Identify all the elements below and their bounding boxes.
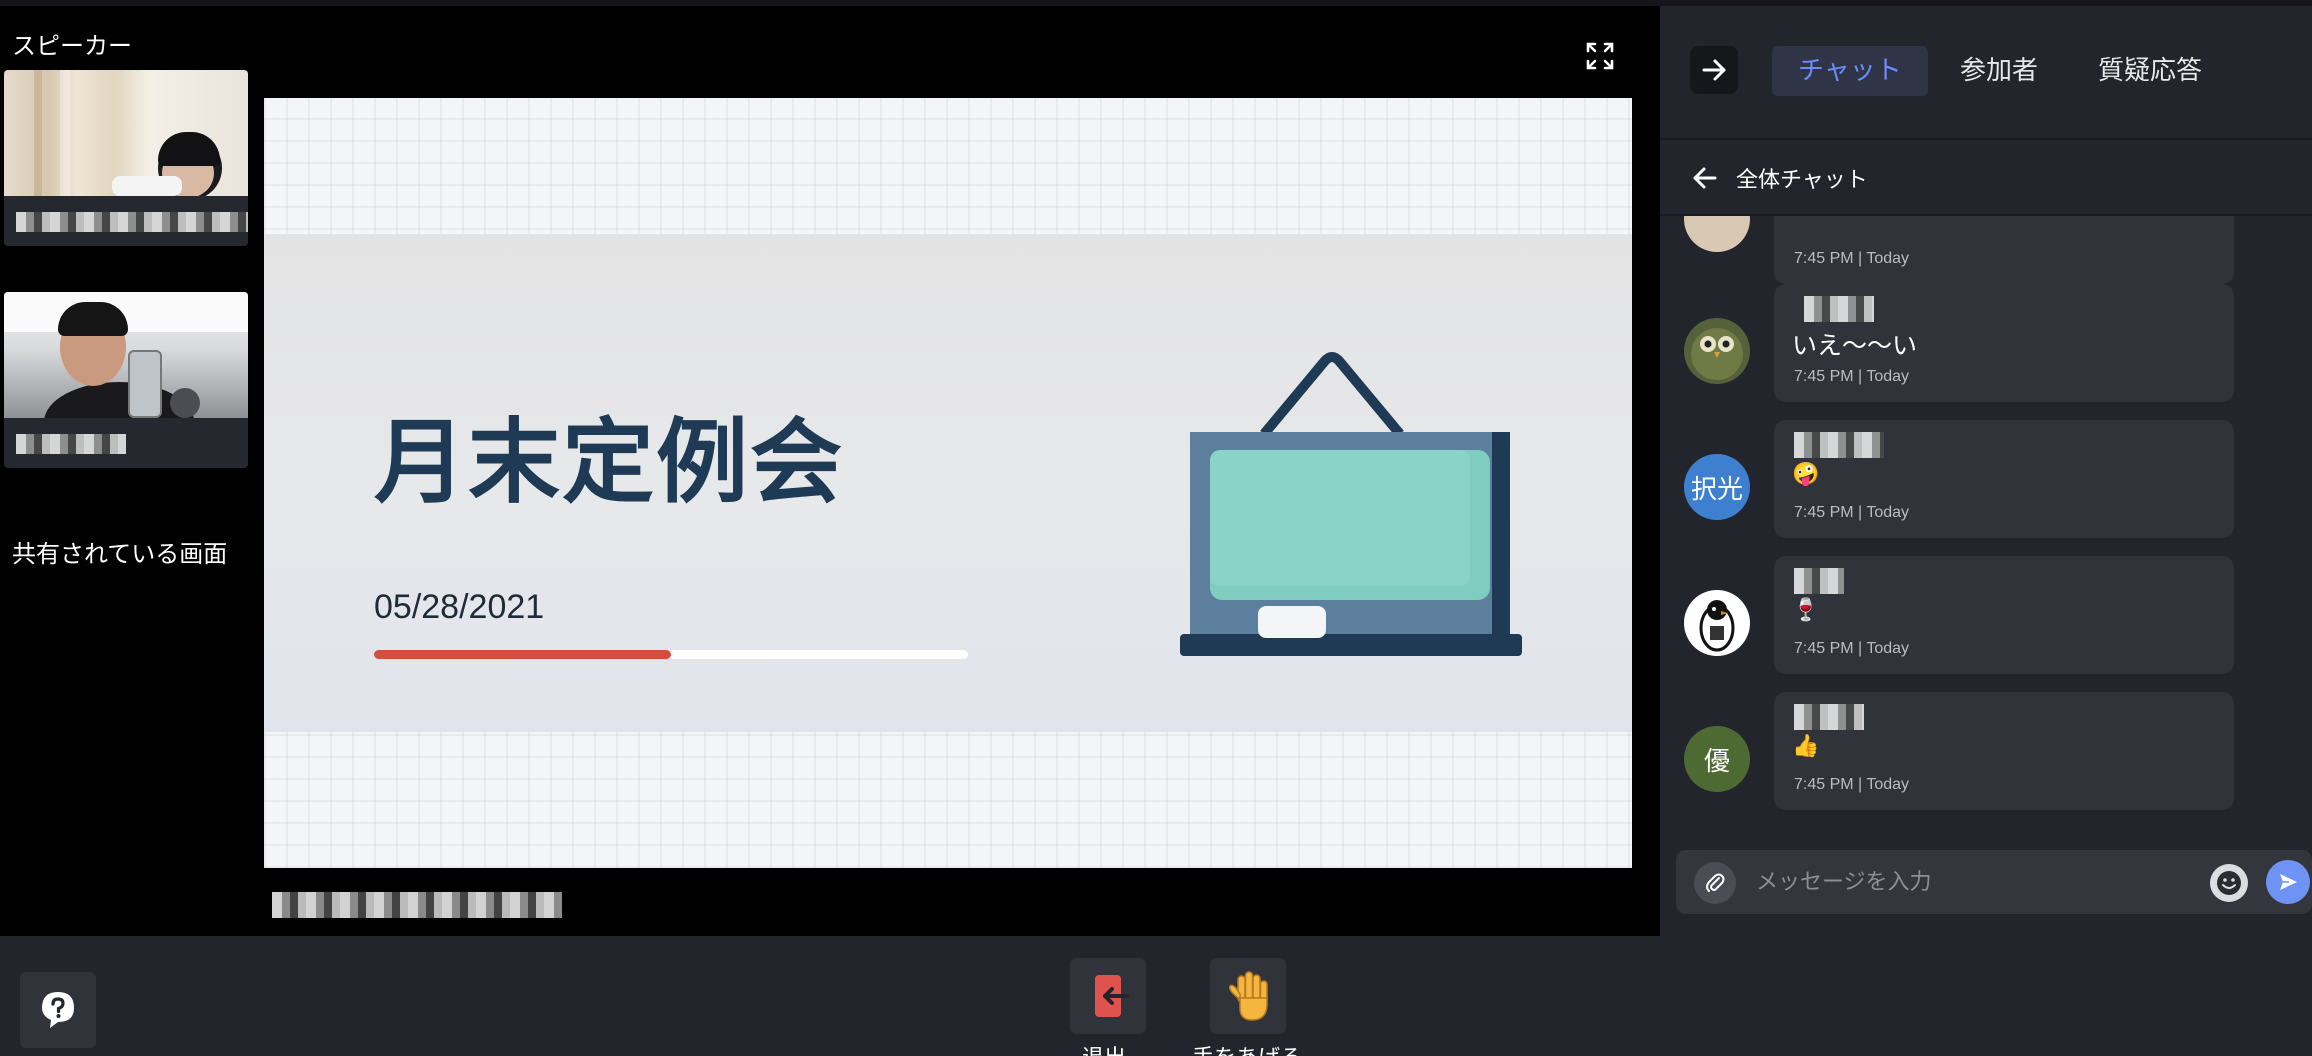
- collapse-panel-button[interactable]: [1690, 46, 1738, 94]
- blurred-name: [16, 212, 248, 232]
- sender-name-blurred: [1794, 568, 1844, 594]
- speaker-video: [4, 70, 248, 196]
- message-time: 7:45 PM | Today: [1794, 640, 1910, 657]
- sender-name-blurred: [1794, 704, 1864, 730]
- shared-screen-label: 共有されている画面: [12, 540, 228, 568]
- control-bar: 退出 手をあげる: [0, 936, 2312, 1056]
- chat-back-button[interactable]: 全体チャット: [1690, 158, 1868, 198]
- message-bubble: 🤪 7:45 PM | Today: [1774, 420, 2234, 538]
- send-icon: [2280, 874, 2297, 890]
- smiley-icon: [2217, 871, 2241, 895]
- stage: スピーカー 共有されている画面 月末定例会 05/28/2021: [0, 6, 1652, 936]
- chat-message: いえ〜〜い 7:45 PM | Today: [1660, 284, 2312, 402]
- tab-chat[interactable]: チャット: [1772, 46, 1928, 96]
- message-text: 🤪: [1792, 462, 1820, 487]
- laptop-illustration: [1180, 352, 1522, 656]
- message-time: 7:45 PM | Today: [1794, 504, 1910, 521]
- speaker-video: [4, 292, 248, 418]
- avatar: [1684, 318, 1750, 384]
- chat-message: 7:45 PM | Today: [1660, 216, 2312, 284]
- chat-message: 🍷 7:45 PM | Today: [1660, 556, 2312, 674]
- avatar: 優: [1684, 726, 1750, 792]
- exit-door-icon: [1095, 975, 1129, 1017]
- side-panel: チャット 参加者 質疑応答 全体チャット 7:45 PM | Today いえ〜…: [1660, 6, 2312, 936]
- chat-message: 択光 🤪 7:45 PM | Today: [1660, 420, 2312, 538]
- slide-title: 月末定例会: [374, 409, 845, 516]
- tab-participants[interactable]: 参加者: [1934, 46, 2064, 96]
- presenter-name-blurred: [272, 892, 562, 918]
- blurred-name: [16, 434, 126, 454]
- help-chat-icon: [42, 992, 74, 1028]
- leave-button[interactable]: [1070, 958, 1146, 1034]
- message-bubble: いえ〜〜い 7:45 PM | Today: [1774, 284, 2234, 402]
- bird-avatar-icon: [1699, 600, 1735, 652]
- raise-hand-button[interactable]: [1210, 958, 1286, 1034]
- message-text: 👍: [1792, 734, 1820, 759]
- leave-label: 退出: [1082, 1040, 1126, 1056]
- panel-divider: [1660, 138, 2312, 140]
- message-text: 🍷: [1792, 598, 1820, 623]
- message-time: 7:45 PM | Today: [1794, 368, 1910, 385]
- message-bubble: 👍 7:45 PM | Today: [1774, 692, 2234, 810]
- fullscreen-icon: [1586, 42, 1614, 70]
- speaker-name-bar: [4, 196, 248, 246]
- speaker-name-bar: [4, 418, 248, 468]
- message-time: 7:45 PM | Today: [1794, 776, 1910, 793]
- emoji-button[interactable]: [2210, 864, 2248, 902]
- raised-hand-icon: [1228, 971, 1268, 1021]
- message-bubble: 7:45 PM | Today: [1774, 216, 2234, 284]
- raise-hand-label: 手をあげる: [1192, 1040, 1302, 1056]
- message-time: 7:45 PM | Today: [1794, 250, 1910, 267]
- slide-date: 05/28/2021: [374, 588, 545, 626]
- chat-title: 全体チャット: [1736, 168, 1868, 193]
- send-button[interactable]: [2266, 860, 2310, 904]
- message-composer: [1676, 850, 2312, 914]
- avatar: 択光: [1684, 454, 1750, 520]
- slide-progress-fill: [374, 650, 671, 659]
- arrow-left-icon: [1693, 167, 1717, 189]
- avatar: [1684, 216, 1750, 252]
- speaker-tile[interactable]: [4, 70, 248, 246]
- slide-progress-bar: [374, 650, 968, 659]
- attach-button[interactable]: [1694, 862, 1736, 904]
- fullscreen-button[interactable]: [1580, 36, 1620, 76]
- shared-screen: 月末定例会 05/28/2021: [264, 98, 1632, 868]
- sender-name-blurred: [1794, 432, 1884, 458]
- avatar: [1684, 590, 1750, 656]
- tab-qa[interactable]: 質疑応答: [2072, 46, 2228, 96]
- speaker-tile[interactable]: [4, 292, 248, 468]
- message-text: いえ〜〜い: [1792, 331, 1918, 360]
- speakers-label: スピーカー: [12, 32, 132, 60]
- help-button[interactable]: [20, 972, 96, 1048]
- paperclip-icon: [1706, 873, 1725, 892]
- owl-avatar-icon: [1691, 328, 1743, 380]
- sender-name-blurred: [1804, 296, 1874, 322]
- message-list[interactable]: 7:45 PM | Today いえ〜〜い 7:45 PM | Today 択光: [1660, 216, 2312, 836]
- message-input[interactable]: [1756, 860, 2156, 904]
- message-bubble: 🍷 7:45 PM | Today: [1774, 556, 2234, 674]
- arrow-right-icon: [1702, 59, 1726, 81]
- chat-message: 優 👍 7:45 PM | Today: [1660, 692, 2312, 810]
